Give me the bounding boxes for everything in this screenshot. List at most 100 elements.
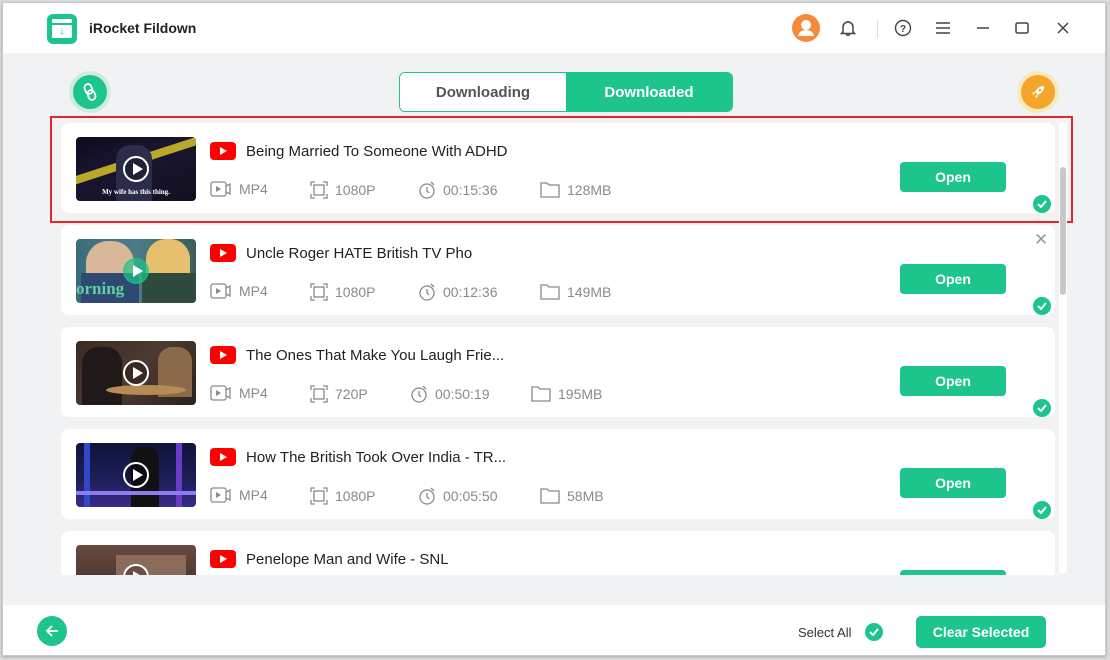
- clear-selected-button[interactable]: Clear Selected: [916, 616, 1046, 648]
- video-thumbnail[interactable]: [76, 443, 196, 507]
- size-info: 149MB: [540, 283, 611, 300]
- scrollbar-thumb[interactable]: [1060, 167, 1066, 295]
- arrow-left-icon: [45, 625, 58, 637]
- format-info: MP4: [210, 385, 268, 401]
- minimize-icon[interactable]: [970, 15, 996, 41]
- remove-item-icon[interactable]: ✕: [1034, 231, 1048, 248]
- youtube-icon: [210, 244, 236, 262]
- app-window: ↓ iRocket Fildown ? Downloading Download: [2, 2, 1106, 656]
- folder-icon: [540, 488, 560, 504]
- format-info: MP4: [210, 283, 268, 299]
- open-button[interactable]: Open: [900, 162, 1006, 192]
- open-button[interactable]: Open: [900, 570, 1006, 575]
- maximize-icon[interactable]: [1009, 15, 1035, 41]
- duration-info: 00:05:50: [418, 487, 498, 505]
- resolution-icon: [310, 487, 328, 505]
- bell-icon[interactable]: [835, 15, 861, 41]
- size-info: 58MB: [540, 487, 604, 504]
- title-bar: ↓ iRocket Fildown ?: [3, 3, 1105, 53]
- tab-downloading[interactable]: Downloading: [400, 73, 566, 111]
- folder-icon: [540, 284, 560, 300]
- downloaded-list: My wife has this thing. Being Married To…: [3, 119, 1105, 575]
- play-icon: [123, 258, 149, 284]
- select-all-label[interactable]: Select All: [798, 625, 851, 640]
- video-thumbnail[interactable]: My wife has this thing.: [76, 137, 196, 201]
- duration-value: 00:05:50: [443, 488, 498, 504]
- format-value: MP4: [239, 181, 268, 197]
- play-icon: [123, 462, 149, 488]
- video-thumbnail[interactable]: [76, 545, 196, 575]
- back-button[interactable]: [37, 616, 67, 646]
- list-item: How The British Took Over India - TR... …: [61, 429, 1055, 519]
- resolution-info: 1080P: [310, 487, 375, 505]
- select-all-checkbox[interactable]: [865, 623, 883, 641]
- youtube-icon: [210, 550, 236, 568]
- duration-value: 00:50:19: [435, 386, 490, 402]
- video-title: Penelope Man and Wife - SNL: [246, 551, 449, 568]
- resolution-info: 1080P: [310, 181, 375, 199]
- format-info: MP4: [210, 181, 268, 197]
- list-item: Penelope Man and Wife - SNL Open: [61, 531, 1055, 575]
- clock-icon: [419, 487, 435, 505]
- open-button[interactable]: Open: [900, 366, 1006, 396]
- video-thumbnail[interactable]: [76, 341, 196, 405]
- resolution-value: 1080P: [335, 284, 376, 300]
- list-item: My wife has this thing. Being Married To…: [61, 123, 1055, 213]
- resolution-icon: [310, 283, 328, 301]
- format-info: MP4: [210, 487, 268, 503]
- size-info: 128MB: [540, 181, 611, 198]
- link-icon: [83, 83, 97, 101]
- titlebar-divider: [877, 20, 878, 38]
- menu-icon[interactable]: [930, 15, 956, 41]
- play-icon: [123, 360, 149, 386]
- download-tabs: Downloading Downloaded: [399, 72, 733, 112]
- tab-downloaded[interactable]: Downloaded: [566, 73, 732, 111]
- resolution-value: 1080P: [335, 182, 376, 198]
- thumbnail-caption: My wife has this thing.: [102, 188, 170, 196]
- video-file-icon: [210, 487, 231, 503]
- close-icon[interactable]: [1050, 15, 1076, 41]
- format-value: MP4: [239, 283, 268, 299]
- video-title: Uncle Roger HATE British TV Pho: [246, 245, 473, 262]
- duration-info: 00:12:36: [418, 283, 498, 301]
- selected-check-icon[interactable]: [1033, 297, 1051, 315]
- clock-icon: [419, 283, 435, 301]
- duration-info: 00:50:19: [410, 385, 490, 403]
- resolution-info: 1080P: [310, 283, 375, 301]
- format-value: MP4: [239, 487, 268, 503]
- open-button[interactable]: Open: [900, 264, 1006, 294]
- app-logo-icon: ↓: [47, 14, 77, 44]
- clock-icon: [411, 385, 427, 403]
- selected-check-icon[interactable]: [1033, 501, 1051, 519]
- footer-bar: Select All Clear Selected: [3, 605, 1105, 655]
- video-thumbnail[interactable]: orning: [76, 239, 196, 303]
- paste-link-button[interactable]: [73, 75, 107, 109]
- size-value: 149MB: [567, 283, 612, 300]
- video-title: How The British Took Over India - TR...: [246, 449, 507, 466]
- selected-check-icon[interactable]: [1033, 399, 1051, 417]
- rocket-boost-button[interactable]: [1021, 75, 1055, 109]
- resolution-value: 720P: [335, 386, 368, 402]
- video-file-icon: [210, 385, 231, 401]
- clock-icon: [419, 181, 435, 199]
- folder-icon: [531, 386, 551, 402]
- svg-text:?: ?: [900, 24, 906, 35]
- resolution-info: 720P: [310, 385, 368, 403]
- video-title: The Ones That Make You Laugh Frie...: [246, 347, 505, 364]
- resolution-icon: [310, 385, 328, 403]
- youtube-icon: [210, 142, 236, 160]
- open-button[interactable]: Open: [900, 468, 1006, 498]
- size-value: 195MB: [558, 385, 603, 402]
- list-item: The Ones That Make You Laugh Frie... MP4…: [61, 327, 1055, 417]
- thumbnail-caption: orning: [76, 279, 125, 298]
- size-value: 58MB: [567, 487, 604, 504]
- duration-value: 00:12:36: [443, 284, 498, 300]
- list-item: orning Uncle Roger HATE British TV Pho M…: [61, 225, 1055, 315]
- selected-check-icon[interactable]: [1033, 195, 1051, 213]
- user-avatar-icon[interactable]: [792, 14, 820, 42]
- help-icon[interactable]: ?: [890, 15, 916, 41]
- folder-icon: [540, 182, 560, 198]
- app-title: iRocket Fildown: [89, 20, 197, 36]
- rocket-icon: [1032, 86, 1044, 98]
- play-icon: [123, 156, 149, 182]
